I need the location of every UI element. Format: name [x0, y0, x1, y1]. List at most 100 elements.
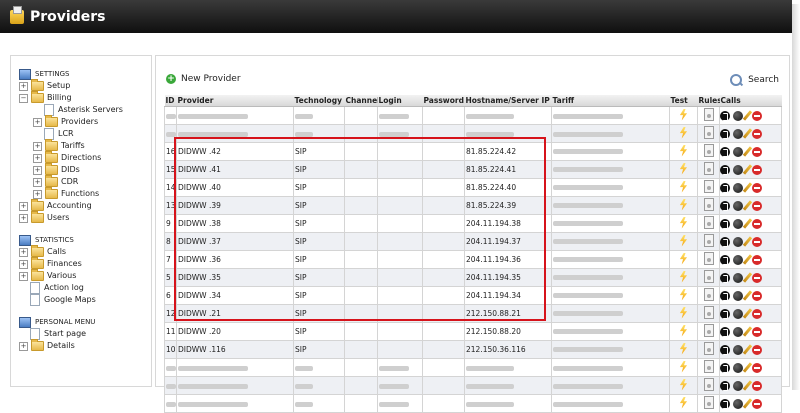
calls-phone-icon[interactable]	[720, 110, 730, 121]
edit-pencil-icon[interactable]	[742, 290, 753, 301]
rules-icon[interactable]	[703, 396, 714, 409]
delete-icon[interactable]	[752, 110, 762, 121]
test-lightning-icon[interactable]	[679, 198, 688, 211]
delete-icon[interactable]	[752, 326, 762, 337]
calls-phone-icon[interactable]	[720, 146, 730, 157]
rules-icon[interactable]	[703, 216, 714, 229]
disable-icon[interactable]	[733, 362, 743, 373]
edit-pencil-icon[interactable]	[742, 218, 753, 229]
disable-icon[interactable]	[733, 200, 743, 211]
edit-pencil-icon[interactable]	[742, 182, 753, 193]
expander-icon[interactable]: +	[19, 247, 28, 257]
disable-icon[interactable]	[733, 272, 743, 283]
disable-icon[interactable]	[733, 290, 743, 301]
delete-icon[interactable]	[752, 182, 762, 193]
delete-icon[interactable]	[752, 290, 762, 301]
delete-icon[interactable]	[752, 398, 762, 409]
delete-icon[interactable]	[752, 146, 762, 157]
test-lightning-icon[interactable]	[679, 216, 688, 229]
search-button[interactable]: Search	[730, 74, 779, 86]
rules-icon[interactable]	[703, 252, 714, 265]
sidebar-item-dids[interactable]: + DIDs	[19, 163, 149, 176]
calls-phone-icon[interactable]	[720, 344, 730, 355]
rules-icon[interactable]	[703, 198, 714, 211]
expander-icon[interactable]: +	[33, 165, 42, 175]
delete-icon[interactable]	[752, 308, 762, 319]
disable-icon[interactable]	[733, 110, 743, 121]
delete-icon[interactable]	[752, 200, 762, 211]
sidebar-item-billing[interactable]: − Billing	[19, 91, 149, 104]
edit-pencil-icon[interactable]	[742, 110, 753, 121]
disable-icon[interactable]	[733, 128, 743, 139]
expander-icon[interactable]: +	[33, 153, 42, 163]
delete-icon[interactable]	[752, 272, 762, 283]
test-lightning-icon[interactable]	[679, 288, 688, 301]
rules-icon[interactable]	[703, 108, 714, 121]
sidebar-item-providers[interactable]: + Providers	[19, 115, 149, 128]
calls-phone-icon[interactable]	[720, 218, 730, 229]
disable-icon[interactable]	[733, 398, 743, 409]
rules-icon[interactable]	[703, 126, 714, 139]
expander-icon[interactable]: +	[19, 259, 28, 269]
delete-icon[interactable]	[752, 128, 762, 139]
edit-pencil-icon[interactable]	[742, 164, 753, 175]
test-lightning-icon[interactable]	[679, 324, 688, 337]
sidebar-item-google-maps[interactable]: Google Maps	[19, 294, 149, 306]
edit-pencil-icon[interactable]	[742, 308, 753, 319]
disable-icon[interactable]	[733, 218, 743, 229]
test-lightning-icon[interactable]	[679, 360, 688, 373]
expander-icon[interactable]: +	[33, 189, 42, 199]
test-lightning-icon[interactable]	[679, 252, 688, 265]
test-lightning-icon[interactable]	[679, 234, 688, 247]
sidebar-item-tariffs[interactable]: + Tariffs	[19, 139, 149, 152]
edit-pencil-icon[interactable]	[742, 326, 753, 337]
test-lightning-icon[interactable]	[679, 180, 688, 193]
sidebar-item-lcr[interactable]: LCR	[19, 128, 149, 140]
new-provider-button[interactable]: + New Provider	[166, 74, 241, 84]
test-lightning-icon[interactable]	[679, 126, 688, 139]
calls-phone-icon[interactable]	[720, 398, 730, 409]
rules-icon[interactable]	[703, 360, 714, 373]
expander-icon[interactable]: +	[19, 213, 28, 223]
disable-icon[interactable]	[733, 308, 743, 319]
expander-icon[interactable]: +	[33, 141, 42, 151]
disable-icon[interactable]	[733, 164, 743, 175]
rules-icon[interactable]	[703, 144, 714, 157]
edit-pencil-icon[interactable]	[742, 398, 753, 409]
sidebar-item-action-log[interactable]: Action log	[19, 282, 149, 294]
test-lightning-icon[interactable]	[679, 162, 688, 175]
sidebar-item-directions[interactable]: + Directions	[19, 151, 149, 164]
test-lightning-icon[interactable]	[679, 108, 688, 121]
sidebar-item-accounting[interactable]: + Accounting	[19, 199, 149, 212]
disable-icon[interactable]	[733, 236, 743, 247]
sidebar-item-calls[interactable]: + Calls	[19, 245, 149, 258]
sidebar-item-finances[interactable]: + Finances	[19, 257, 149, 270]
sidebar-item-functions[interactable]: + Functions	[19, 187, 149, 200]
delete-icon[interactable]	[752, 344, 762, 355]
calls-phone-icon[interactable]	[720, 236, 730, 247]
delete-icon[interactable]	[752, 218, 762, 229]
test-lightning-icon[interactable]	[679, 270, 688, 283]
disable-icon[interactable]	[733, 182, 743, 193]
calls-phone-icon[interactable]	[720, 254, 730, 265]
rules-icon[interactable]	[703, 306, 714, 319]
sidebar-item-start-page[interactable]: Start page	[19, 328, 149, 340]
sidebar-item-details[interactable]: + Details	[19, 339, 149, 352]
delete-icon[interactable]	[752, 254, 762, 265]
disable-icon[interactable]	[733, 254, 743, 265]
edit-pencil-icon[interactable]	[742, 128, 753, 139]
rules-icon[interactable]	[703, 180, 714, 193]
rules-icon[interactable]	[703, 378, 714, 391]
edit-pencil-icon[interactable]	[742, 146, 753, 157]
test-lightning-icon[interactable]	[679, 378, 688, 391]
calls-phone-icon[interactable]	[720, 272, 730, 283]
expander-icon[interactable]: +	[19, 201, 28, 211]
rules-icon[interactable]	[703, 342, 714, 355]
disable-icon[interactable]	[733, 146, 743, 157]
sidebar-item-cdr[interactable]: + CDR	[19, 175, 149, 188]
calls-phone-icon[interactable]	[720, 308, 730, 319]
calls-phone-icon[interactable]	[720, 326, 730, 337]
rules-icon[interactable]	[703, 270, 714, 283]
disable-icon[interactable]	[733, 344, 743, 355]
calls-phone-icon[interactable]	[720, 380, 730, 391]
